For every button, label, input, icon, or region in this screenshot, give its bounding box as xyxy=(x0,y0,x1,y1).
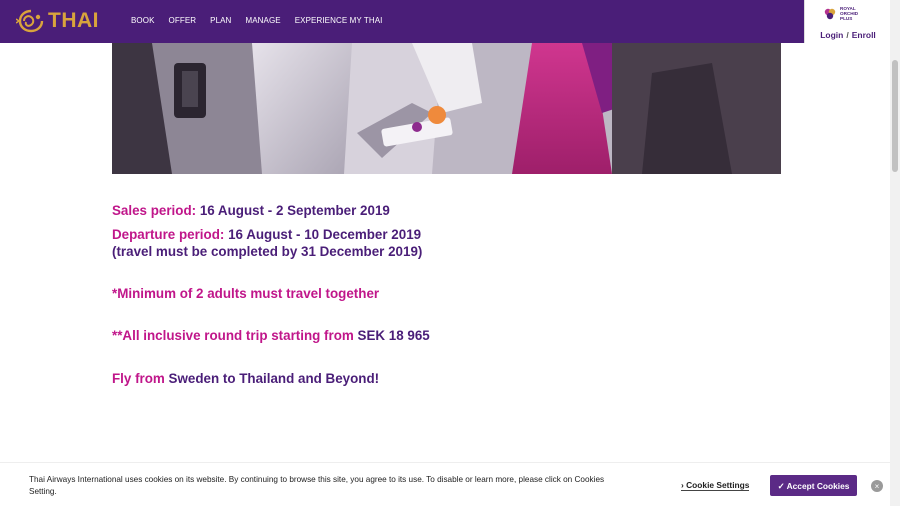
royal-orchid-plus-icon xyxy=(824,8,836,19)
round-trip-label: **All inclusive round trip starting from xyxy=(112,328,354,343)
fly-from-line: Fly from Sweden to Thailand and Beyond! xyxy=(112,370,379,388)
sales-period: Sales period: 16 August - 2 September 20… xyxy=(112,202,390,220)
thai-logo-icon xyxy=(16,9,44,33)
login-link[interactable]: Login xyxy=(820,30,843,40)
fly-from-value: Sweden to Thailand and Beyond! xyxy=(164,371,380,386)
chevron-right-icon: › xyxy=(681,480,684,490)
fly-from-label: Fly from xyxy=(112,371,165,386)
cookie-settings-button[interactable]: › Cookie Settings xyxy=(681,480,750,491)
logo-text: THAI xyxy=(48,9,99,32)
thai-logo[interactable]: THAI xyxy=(16,6,99,36)
departure-period-label: Departure period: xyxy=(112,227,225,242)
accept-cookies-button[interactable]: ✓ Accept Cookies xyxy=(770,475,857,496)
top-navigation-bar: THAI BOOK OFFER PLAN MANAGE EXPERIENCE M… xyxy=(0,0,900,43)
round-trip-price: **All inclusive round trip starting from… xyxy=(112,327,430,345)
enroll-link[interactable]: Enroll xyxy=(852,30,876,40)
main-nav: BOOK OFFER PLAN MANAGE EXPERIENCE MY THA… xyxy=(131,16,396,25)
close-icon[interactable]: × xyxy=(871,480,883,492)
royal-orchid-plus-logo: ROYAL ORCHID PLUS xyxy=(823,6,858,21)
cookie-consent-bar: Thai Airways International uses cookies … xyxy=(0,462,890,506)
nav-item-offer[interactable]: OFFER xyxy=(169,16,197,25)
login-separator: / xyxy=(846,30,849,40)
cookie-settings-label: Cookie Settings xyxy=(686,480,750,490)
nav-item-plan[interactable]: PLAN xyxy=(210,16,231,25)
scrollbar-thumb[interactable] xyxy=(892,60,898,172)
hero-banner-image xyxy=(112,43,781,174)
departure-period-value: 16 August - 10 December 2019 xyxy=(224,227,422,242)
royal-orchid-plus-text: ROYAL ORCHID PLUS xyxy=(840,6,858,21)
departure-period: Departure period: 16 August - 10 Decembe… xyxy=(112,226,421,244)
nav-item-manage[interactable]: MANAGE xyxy=(245,16,280,25)
login-enroll-links: Login / Enroll xyxy=(805,30,891,40)
cookie-notice-text: Thai Airways International uses cookies … xyxy=(29,475,605,496)
rop-line-3: PLUS xyxy=(840,16,853,21)
minimum-adults-note: *Minimum of 2 adults must travel togethe… xyxy=(112,286,380,301)
royal-orchid-plus-panel: ROYAL ORCHID PLUS Login / Enroll xyxy=(804,0,890,43)
nav-item-experience-my-thai[interactable]: EXPERIENCE MY THAI xyxy=(295,16,383,25)
cabin-photo xyxy=(112,43,781,174)
sales-period-label: Sales period: xyxy=(112,203,197,218)
sales-period-value: 16 August - 2 September 2019 xyxy=(196,203,390,218)
travel-completion-note: (travel must be completed by 31 December… xyxy=(112,244,423,259)
round-trip-price-value: SEK 18 965 xyxy=(353,328,430,343)
nav-item-book[interactable]: BOOK xyxy=(131,16,155,25)
